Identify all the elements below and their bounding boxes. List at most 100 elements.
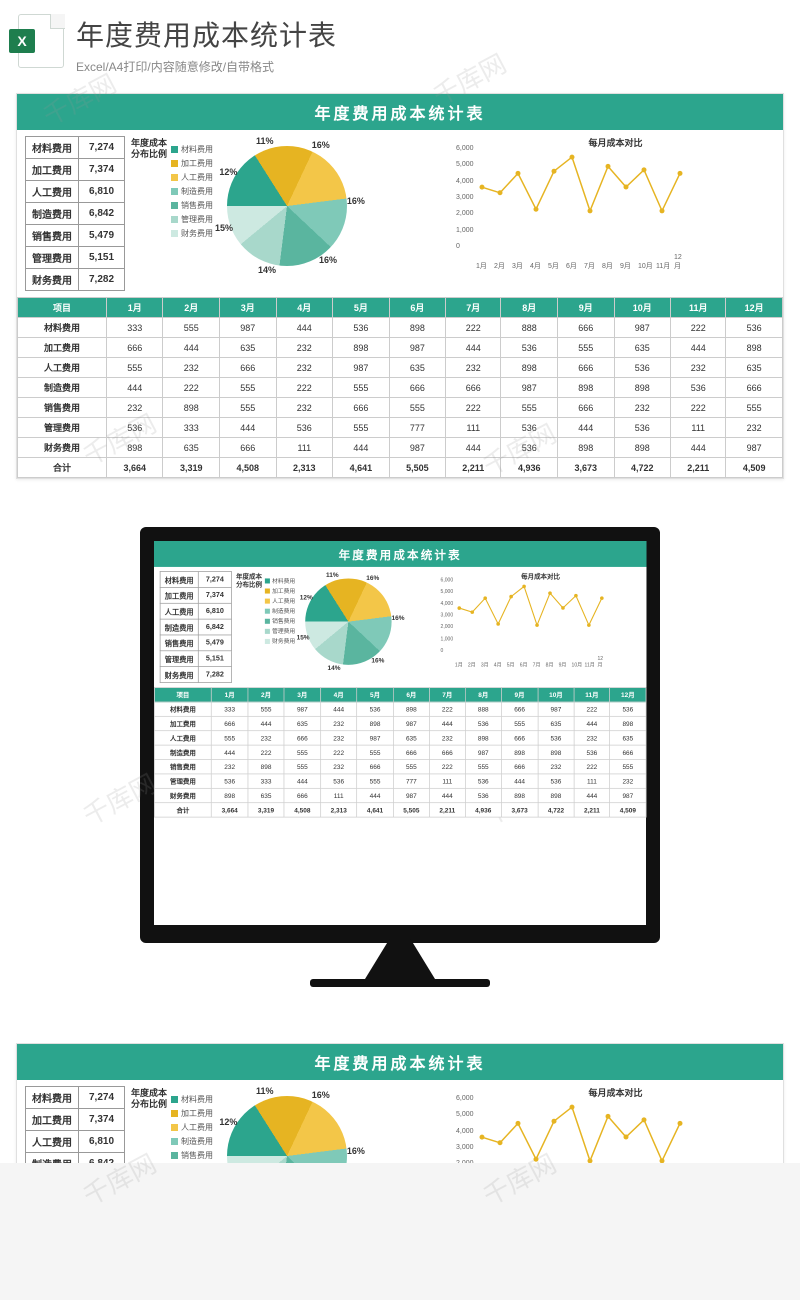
table-row: 销售费用232898555232666555222555666232222555 bbox=[18, 398, 783, 418]
legend-item: 加工费用 bbox=[171, 1108, 213, 1119]
summary-value: 7,282 bbox=[198, 667, 231, 683]
summary-value: 6,842 bbox=[79, 1153, 125, 1164]
summary-value: 7,374 bbox=[79, 1109, 125, 1131]
line-chart: 01,0002,0003,0004,0005,0006,0001月2月3月4月5… bbox=[441, 581, 607, 667]
line-chart: 01,0002,0003,0004,0005,0006,0001月2月3月4月5… bbox=[456, 149, 686, 269]
summary-value: 6,842 bbox=[198, 619, 231, 635]
x-tick: 7月 bbox=[584, 261, 595, 271]
pie-pct-label: 11% bbox=[256, 136, 274, 146]
legend-swatch bbox=[171, 174, 178, 181]
pie-pct-label: 12% bbox=[219, 167, 237, 177]
legend-swatch bbox=[265, 629, 270, 634]
summary-value: 7,274 bbox=[79, 137, 125, 159]
col-header: 1月 bbox=[212, 688, 248, 702]
summary-label: 销售费用 bbox=[26, 225, 79, 247]
col-header: 9月 bbox=[501, 688, 537, 702]
table-row: 加工费用666444635232898987444536555635444898 bbox=[154, 716, 646, 730]
legend-item: 人工费用 bbox=[265, 597, 295, 605]
x-tick: 3月 bbox=[512, 261, 523, 271]
table-row: 财务费用898635666111444987444536898898444987 bbox=[154, 788, 646, 802]
legend-item: 材料费用 bbox=[171, 144, 213, 155]
col-header: 5月 bbox=[333, 298, 390, 318]
legend-item: 加工费用 bbox=[171, 158, 213, 169]
table-row: 人工费用555232666232987635232898666536232635 bbox=[18, 358, 783, 378]
col-header: 项目 bbox=[154, 688, 211, 702]
legend-item: 人工费用 bbox=[171, 1122, 213, 1133]
pie-pct-label: 16% bbox=[392, 614, 405, 621]
pie-pct-label: 11% bbox=[256, 1086, 274, 1096]
table-total-row: 合计3,6643,3194,5082,3134,6415,5052,2114,9… bbox=[154, 803, 646, 817]
summary-label: 加工费用 bbox=[26, 159, 79, 181]
sheet-title: 年度费用成本统计表 bbox=[17, 1044, 783, 1080]
col-header: 7月 bbox=[446, 298, 501, 318]
x-tick: 9月 bbox=[559, 661, 567, 668]
pie-chart-label: 年度成本分布比例 bbox=[131, 136, 167, 291]
x-tick: 3月 bbox=[481, 661, 489, 668]
pie-pct-label: 16% bbox=[312, 1090, 330, 1100]
col-header: 10月 bbox=[538, 688, 574, 702]
x-tick: 7月 bbox=[533, 661, 541, 668]
monitor-mockup: 年度费用成本统计表材料费用7,274加工费用7,374人工费用6,810制造费用… bbox=[0, 487, 800, 1037]
legend-swatch bbox=[265, 599, 270, 604]
summary-label: 材料费用 bbox=[160, 572, 198, 588]
col-header: 12月 bbox=[610, 688, 646, 702]
legend-swatch bbox=[265, 639, 270, 644]
summary-label: 加工费用 bbox=[160, 587, 198, 603]
summary-label: 人工费用 bbox=[160, 603, 198, 619]
x-tick: 5月 bbox=[548, 261, 559, 271]
line-chart-title: 每月成本对比 bbox=[441, 571, 641, 580]
legend-item: 材料费用 bbox=[265, 577, 295, 585]
summary-label: 人工费用 bbox=[26, 1131, 79, 1153]
summary-label: 制造费用 bbox=[26, 1153, 79, 1164]
col-header: 3月 bbox=[284, 688, 320, 702]
table-row: 管理费用536333444536555777111536444536111232 bbox=[18, 418, 783, 438]
summary-label: 财务费用 bbox=[160, 667, 198, 683]
x-tick: 6月 bbox=[566, 261, 577, 271]
legend-item: 销售费用 bbox=[171, 1150, 213, 1161]
table-total-row: 合计3,6643,3194,5082,3134,6415,5052,2114,9… bbox=[18, 458, 783, 478]
legend-swatch bbox=[171, 188, 178, 195]
x-tick: 1月 bbox=[455, 661, 463, 668]
template-header: X 年度费用成本统计表 Excel/A4打印/内容随意修改/自带格式 bbox=[0, 0, 800, 85]
legend-item: 管理费用 bbox=[171, 214, 213, 225]
summary-label: 管理费用 bbox=[26, 247, 79, 269]
template-subtitle: Excel/A4打印/内容随意修改/自带格式 bbox=[76, 58, 782, 75]
data-table: 项目1月2月3月4月5月6月7月8月9月10月11月12月材料费用3335559… bbox=[17, 297, 783, 478]
pie-pct-label: 12% bbox=[300, 594, 313, 601]
pie-legend: 材料费用加工费用人工费用制造费用销售费用管理费用财务费用 bbox=[171, 136, 213, 291]
legend-swatch bbox=[265, 589, 270, 594]
legend-swatch bbox=[171, 1124, 178, 1131]
summary-table: 材料费用7,274加工费用7,374人工费用6,810制造费用6,842销售费用… bbox=[160, 571, 232, 683]
summary-value: 7,274 bbox=[198, 572, 231, 588]
col-header: 2月 bbox=[248, 688, 284, 702]
pie-chart-label: 年度成本分布比例 bbox=[236, 571, 262, 683]
x-tick: 2月 bbox=[468, 661, 476, 668]
summary-value: 6,842 bbox=[79, 203, 125, 225]
legend-swatch bbox=[265, 578, 270, 583]
pie-pct-label: 16% bbox=[319, 255, 337, 265]
x-tick: 5月 bbox=[507, 661, 515, 668]
summary-table: 材料费用7,274加工费用7,374人工费用6,810制造费用6,842销售费用… bbox=[25, 1086, 125, 1163]
table-row: 制造费用444222555222555666666987898898536666 bbox=[154, 745, 646, 759]
summary-value: 7,374 bbox=[79, 159, 125, 181]
x-tick: 10月 bbox=[572, 661, 583, 668]
legend-item: 财务费用 bbox=[171, 228, 213, 239]
col-header: 8月 bbox=[465, 688, 501, 702]
pie-chart: 16%16%16%14%15%12%11% bbox=[217, 1086, 357, 1163]
line-chart: 01,0002,0003,0004,0005,0006,0001月2月3月4月5… bbox=[456, 1099, 686, 1163]
x-tick: 6月 bbox=[520, 661, 528, 668]
legend-swatch bbox=[171, 1138, 178, 1145]
col-header: 2月 bbox=[163, 298, 220, 318]
legend-item: 制造费用 bbox=[171, 186, 213, 197]
legend-item: 制造费用 bbox=[265, 607, 295, 615]
summary-label: 管理费用 bbox=[160, 651, 198, 667]
col-header: 项目 bbox=[18, 298, 107, 318]
pie-pct-label: 12% bbox=[219, 1117, 237, 1127]
pie-chart: 16%16%16%14%15%12%11% bbox=[217, 136, 357, 276]
pie-pct-label: 14% bbox=[328, 664, 341, 671]
col-header: 11月 bbox=[671, 298, 726, 318]
summary-value: 5,479 bbox=[79, 225, 125, 247]
col-header: 4月 bbox=[276, 298, 333, 318]
legend-item: 材料费用 bbox=[171, 1094, 213, 1105]
pie-chart-label: 年度成本分布比例 bbox=[131, 1086, 167, 1163]
